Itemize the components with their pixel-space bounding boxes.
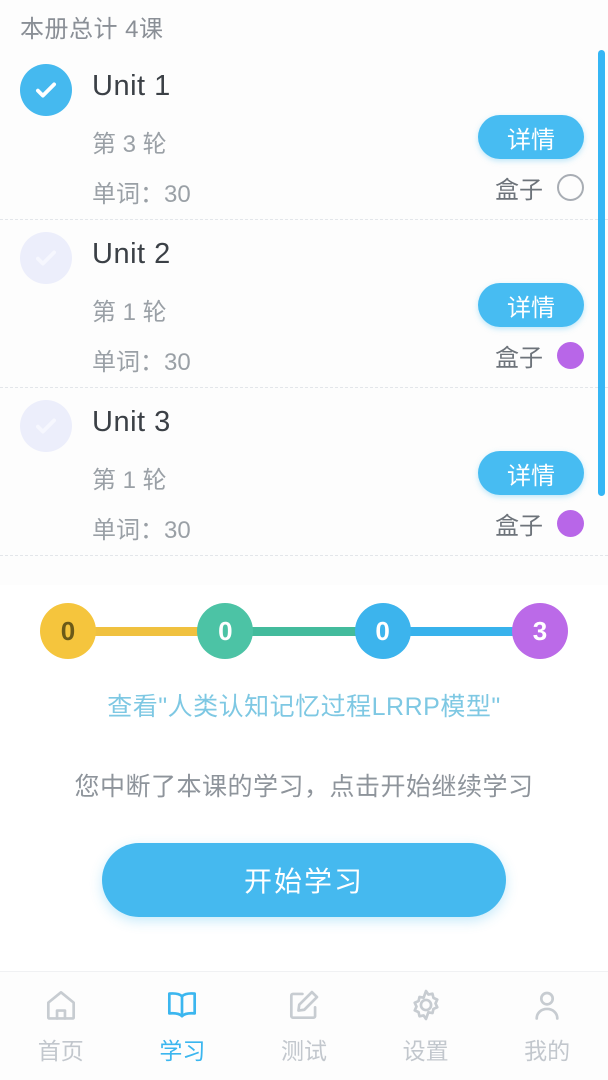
unit-detail-button[interactable]: 详情: [478, 283, 584, 327]
box-dot-icon: [557, 174, 584, 201]
home-icon: [42, 986, 80, 1024]
unit-box-indicator[interactable]: 盒子: [495, 506, 584, 541]
gear-icon: [407, 986, 445, 1024]
lrrp-model-link[interactable]: 查看"人类认知记忆过程LRRP模型": [0, 687, 608, 723]
unit-round: 第 1 轮: [92, 299, 167, 326]
bubble-connector: [94, 626, 200, 636]
progress-bubble[interactable]: 0: [354, 603, 411, 659]
tab-home[interactable]: 首页: [0, 986, 122, 1066]
bottom-tab-bar: 首页 学习 测试 设置 我的: [0, 971, 608, 1080]
progress-bubble[interactable]: 0: [197, 603, 254, 659]
unit-row[interactable]: Unit 3 第 1 轮单词：30 详情盒子: [0, 388, 608, 556]
bubble-connector: [251, 626, 357, 636]
tab-book[interactable]: 学习: [122, 986, 244, 1066]
box-dot-icon: [557, 510, 584, 537]
unit-check-icon: [20, 232, 72, 284]
vertical-scrollbar[interactable]: [598, 50, 605, 496]
unit-word-count: 单词：30: [92, 349, 191, 376]
box-label: 盒子: [495, 513, 543, 540]
unit-round: 第 3 轮: [92, 131, 167, 158]
unit-list[interactable]: Unit 1第 3 轮单词：30 详情 盒子 Unit 2第 1 轮单词：30 详情 盒子…: [0, 52, 608, 597]
unit-detail-button[interactable]: 详情: [478, 115, 584, 159]
unit-detail-button[interactable]: 详情: [478, 451, 584, 495]
unit-check-icon: [20, 64, 72, 116]
unit-word-count: 单词：30: [92, 181, 191, 208]
unit-box-indicator[interactable]: 盒子: [495, 338, 584, 373]
status-message: 您中断了本课的学习，点击开始继续学习: [74, 773, 534, 801]
unit-box-indicator[interactable]: 盒子: [495, 170, 584, 205]
unit-row[interactable]: Unit 1 第 3 轮单词：30 详情盒子: [0, 52, 608, 220]
tab-label: 测试: [280, 1038, 327, 1064]
progress-bubbles: 0 0 0 3: [40, 585, 568, 677]
unit-check-icon: [20, 400, 72, 452]
app-screen: 本册总计 4课 Unit 1第 3 轮单词：30 详情 盒子 Unit 2第 1 轮单…: [0, 0, 608, 1080]
person-icon: [528, 986, 566, 1024]
tab-gear[interactable]: 设置: [365, 986, 487, 1066]
unit-title: Unit 2: [92, 238, 171, 270]
unit-word-count: 单词：30: [92, 517, 191, 544]
unit-title: Unit 1: [92, 70, 171, 102]
progress-bubble[interactable]: 3: [511, 603, 568, 659]
page-header: 本册总计 4课: [0, 0, 608, 52]
book-icon: [163, 986, 201, 1024]
tab-label: 我的: [524, 1038, 571, 1064]
tab-label: 首页: [37, 1038, 84, 1064]
tab-label: 设置: [402, 1038, 449, 1064]
progress-bubble[interactable]: 0: [40, 603, 96, 659]
tab-label: 学习: [159, 1038, 206, 1064]
box-dot-icon: [557, 342, 584, 369]
bubble-connector: [408, 626, 514, 636]
unit-title: Unit 3: [92, 406, 171, 438]
unit-row[interactable]: Unit 2 第 1 轮单词：30 详情盒子: [0, 220, 608, 388]
box-label: 盒子: [495, 345, 543, 372]
edit-icon: [285, 986, 323, 1024]
tab-person[interactable]: 我的: [486, 986, 608, 1066]
unit-round: 第 1 轮: [92, 467, 167, 494]
page-title: 本册总计 4课: [20, 15, 164, 43]
box-label: 盒子: [495, 177, 543, 204]
start-study-button[interactable]: 开始学习: [102, 843, 506, 917]
tab-edit[interactable]: 测试: [243, 986, 365, 1066]
